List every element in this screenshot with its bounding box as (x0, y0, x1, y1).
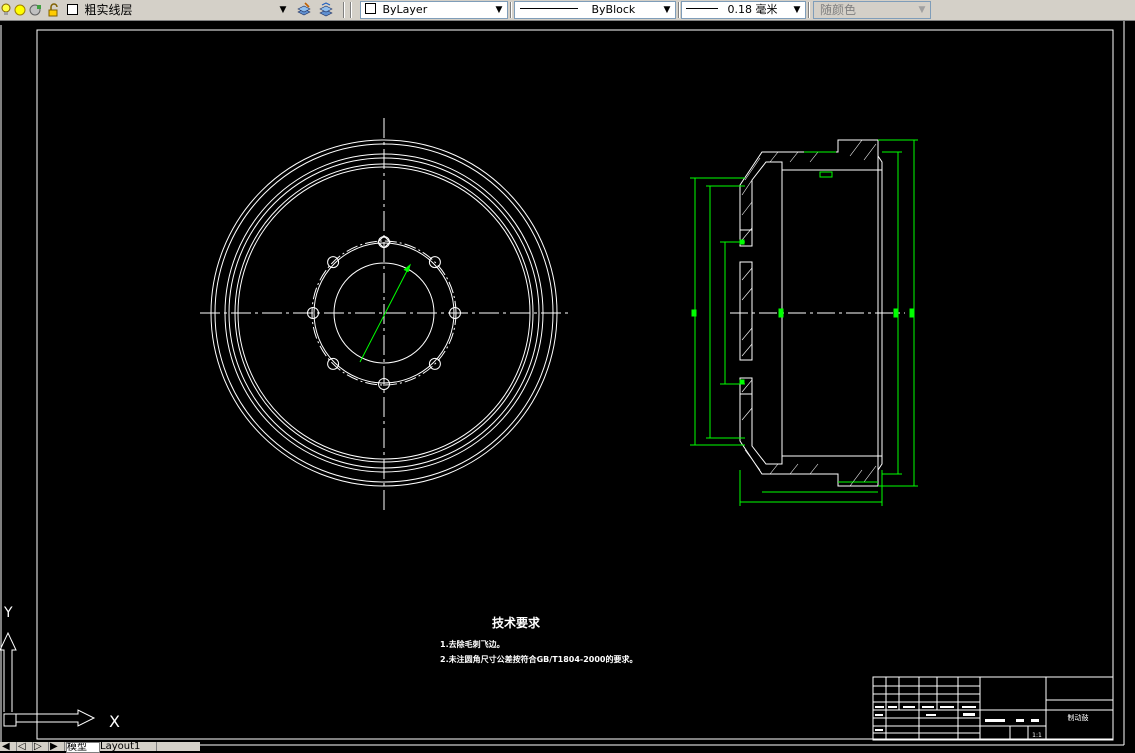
layer-previous-icon[interactable] (318, 2, 334, 18)
chevron-down-icon[interactable]: ▼ (791, 2, 803, 18)
tab-model[interactable]: 模型 (66, 742, 100, 753)
lineweight-sample (686, 8, 718, 9)
plotstyle-dropdown[interactable]: 随颜色 ▼ (813, 1, 931, 19)
part-name: 制动鼓 (1068, 713, 1089, 722)
properties-toolbar: 粗实线层 ▼ ByLayer ▼ ByBlock ▼ 0.18 毫米 ▼ 随颜色… (0, 0, 1135, 21)
layer-properties-icon[interactable] (296, 2, 312, 18)
plotstyle-value: 随颜色 (820, 3, 857, 17)
linetype-dropdown[interactable]: ByBlock ▼ (514, 1, 676, 19)
layer-dropdown[interactable]: 粗实线层 ▼ (64, 1, 292, 19)
chevron-down-icon[interactable]: ▼ (493, 2, 505, 18)
toolbar-separator (808, 2, 810, 18)
tab-layout1[interactable]: Layout1 (100, 742, 157, 751)
tab-scroll-left-icon[interactable]: ◀ (2, 742, 17, 751)
ucs-x-label: X (109, 712, 120, 731)
chevron-down-icon[interactable]: ▼ (916, 2, 928, 18)
chevron-down-icon[interactable]: ▼ (661, 2, 673, 18)
tab-scroll-next-icon[interactable]: ▷ (34, 742, 49, 751)
toolbar-separator (343, 2, 345, 18)
drawing-canvas[interactable]: 技术要求 1.去除毛刺飞边。 2.未注圆角尺寸公差按符合GB/T1804-200… (0, 21, 1135, 751)
scale-value: 1:1 (1032, 732, 1042, 739)
layer-freeze-icon[interactable] (28, 2, 44, 18)
notes-heading: 技术要求 (492, 615, 541, 630)
tab-scroll-prev-icon[interactable]: ◁ (18, 742, 33, 751)
notes-item: 1.去除毛刺飞边。 (440, 639, 505, 649)
lineweight-dropdown[interactable]: 0.18 毫米 ▼ (681, 1, 806, 19)
layout-tabs: ◀ ◁ ▷ ▶ 模型 Layout1 (0, 742, 200, 753)
chevron-down-icon[interactable]: ▼ (277, 2, 289, 18)
linetype-sample (520, 8, 578, 9)
layer-name: 粗实线层 (84, 3, 133, 17)
toolbar-separator (510, 2, 512, 18)
tab-scroll-right-icon[interactable]: ▶ (50, 742, 65, 751)
sun-icon[interactable] (13, 2, 29, 18)
color-swatch (365, 3, 376, 14)
color-dropdown[interactable]: ByLayer ▼ (360, 1, 508, 19)
lock-icon[interactable] (46, 2, 62, 18)
lineweight-value: 0.18 毫米 (727, 3, 778, 16)
ucs-y-label: Y (3, 605, 13, 621)
notes-item: 2.未注圆角尺寸公差按符合GB/T1804-2000的要求。 (440, 654, 638, 664)
color-value: ByLayer (382, 3, 428, 16)
linetype-value: ByBlock (591, 3, 636, 16)
toolbar-separator (350, 2, 352, 18)
toolbar-separator (678, 2, 680, 18)
layer-color-swatch (67, 4, 78, 15)
